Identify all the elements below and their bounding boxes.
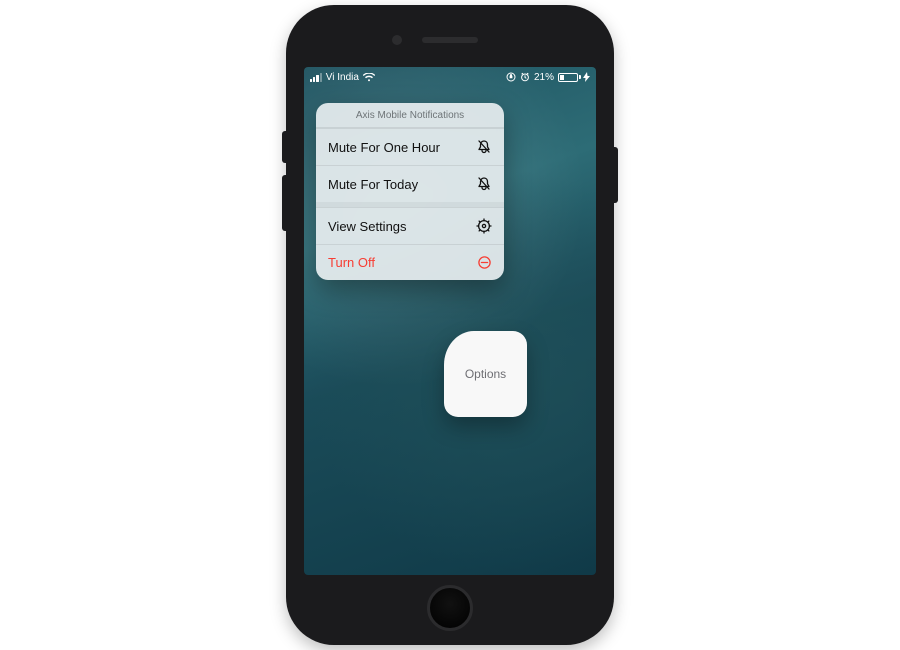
view-settings-item[interactable]: View Settings (316, 207, 504, 244)
mute-one-hour-item[interactable]: Mute For One Hour (316, 128, 504, 165)
phone-camera (392, 35, 402, 45)
signal-icon (310, 73, 322, 82)
bell-slash-icon (476, 139, 492, 155)
circle-minus-icon (477, 255, 492, 270)
orientation-lock-icon (506, 72, 516, 82)
wifi-icon (363, 73, 375, 82)
bell-slash-icon (476, 176, 492, 192)
charging-icon (583, 72, 590, 82)
mute-today-item[interactable]: Mute For Today (316, 165, 504, 202)
battery-percent-label: 21% (534, 72, 554, 83)
carrier-label: Vi India (326, 72, 359, 83)
home-button[interactable] (427, 585, 473, 631)
menu-item-label: Turn Off (328, 255, 375, 270)
turn-off-item[interactable]: Turn Off (316, 244, 504, 280)
menu-title: Axis Mobile Notifications (316, 103, 504, 128)
phone-speaker (422, 37, 478, 43)
battery-icon (558, 72, 590, 82)
options-chip[interactable]: Options (444, 331, 527, 417)
battery-fill (560, 75, 564, 80)
menu-item-label: Mute For One Hour (328, 140, 440, 155)
menu-item-label: Mute For Today (328, 177, 418, 192)
menu-item-label: View Settings (328, 219, 407, 234)
alarm-icon (520, 72, 530, 82)
gear-icon (476, 218, 492, 234)
phone-frame: Vi India 21% (286, 5, 614, 645)
options-chip-label: Options (465, 367, 506, 381)
status-bar: Vi India 21% (304, 67, 596, 85)
phone-screen: Vi India 21% (304, 67, 596, 575)
notification-options-menu: Axis Mobile Notifications Mute For One H… (316, 103, 504, 280)
phone-side-button (614, 147, 618, 203)
